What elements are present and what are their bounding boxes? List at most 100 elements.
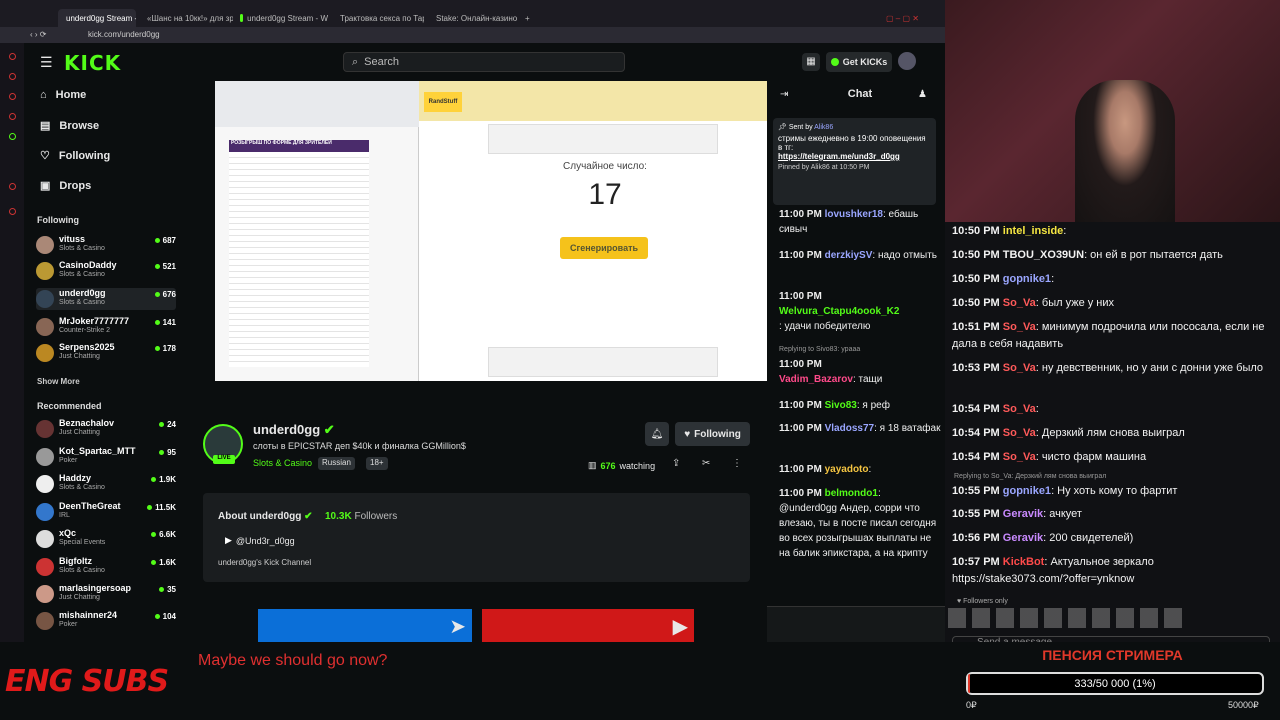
show-more-link[interactable]: Show More bbox=[37, 377, 80, 386]
ad-banner bbox=[488, 124, 718, 154]
rail-icon[interactable] bbox=[9, 208, 16, 215]
browser-tab[interactable]: underd0gg Stream - W bbox=[240, 9, 328, 27]
overlay-message: 10:50 PM intel_inside: bbox=[952, 225, 1067, 237]
youtube-icon: ▶ bbox=[672, 616, 688, 638]
drops-icon: ▣ bbox=[40, 180, 51, 192]
streamer-video bbox=[1075, 80, 1175, 222]
avatar bbox=[36, 503, 54, 521]
following-channel[interactable]: CasinoDaddy Slots & Casino 521 bbox=[36, 260, 176, 282]
browser-tab[interactable]: underd0gg Stream - Wa bbox=[58, 9, 136, 27]
live-dot-icon bbox=[154, 320, 160, 325]
avatar bbox=[36, 475, 54, 493]
overlay-message: 10:55 PM Geravik: ачкует bbox=[952, 508, 1082, 520]
search-input[interactable]: ⌕ Search bbox=[343, 52, 625, 72]
live-dot-icon bbox=[154, 346, 160, 351]
live-dot-icon bbox=[159, 422, 165, 427]
avatar bbox=[36, 558, 54, 576]
avatar bbox=[36, 290, 54, 308]
youtube-banner[interactable]: ▶ bbox=[482, 609, 694, 646]
live-dot-icon bbox=[151, 532, 157, 537]
notification-bell-button[interactable]: 🔔︎ bbox=[645, 422, 669, 446]
kick-logo[interactable]: KICK bbox=[64, 51, 121, 75]
new-tab-button[interactable]: + bbox=[525, 9, 537, 27]
following-channel[interactable]: Serpens2025 Just Chatting 178 bbox=[36, 342, 176, 364]
chat-message: 11:00 PM Vadim_Bazarov: тащи bbox=[779, 359, 883, 385]
following-channel[interactable]: vituss Slots & Casino 687 bbox=[36, 234, 176, 256]
rail-icon[interactable] bbox=[9, 93, 16, 100]
following-channel[interactable]: MrJoker7777777 Counter-Strike 2 141 bbox=[36, 316, 176, 338]
emote-bar[interactable] bbox=[767, 606, 945, 642]
recommended-channel[interactable]: Haddzy Slots & Casino 1.9K bbox=[36, 473, 176, 495]
nav-home[interactable]: ⌂ Home bbox=[40, 89, 86, 101]
overlay-message: 10:50 PM gopnike1: bbox=[952, 273, 1055, 285]
rail-icon[interactable] bbox=[9, 113, 16, 120]
recommended-channel[interactable]: marlasingersoap Just Chatting 35 bbox=[36, 583, 176, 605]
rail-icon[interactable] bbox=[9, 73, 16, 80]
rail-icon[interactable] bbox=[9, 53, 16, 60]
browser-tab[interactable]: Stake: Онлайн-казино и с bbox=[432, 9, 520, 27]
emote-row bbox=[948, 608, 1188, 628]
rail-icon[interactable] bbox=[9, 183, 16, 190]
avatar bbox=[36, 236, 54, 254]
randstuff-header bbox=[419, 81, 767, 121]
share-icon[interactable]: ⇪ bbox=[672, 458, 680, 469]
browser-tab[interactable]: «Шанс на 10кк!» для зрит bbox=[143, 9, 233, 27]
nav-following[interactable]: ♡ Following bbox=[40, 149, 110, 163]
overlay-message: 10:51 PM So_Va: минимум подрочила или по… bbox=[952, 321, 1265, 350]
avatar bbox=[36, 262, 54, 280]
recommended-channel[interactable]: DeenTheGreat IRL 11.5K bbox=[36, 501, 176, 523]
ad-banner bbox=[488, 347, 718, 377]
user-avatar[interactable] bbox=[898, 52, 916, 70]
clip-icon[interactable]: ✂ bbox=[702, 458, 710, 469]
following-button[interactable]: ♥ Following bbox=[675, 422, 750, 446]
live-dot-icon bbox=[154, 238, 160, 243]
theater-icon[interactable]: ▦ bbox=[802, 53, 820, 71]
tag-pill[interactable]: Russian bbox=[318, 457, 355, 470]
telegram-banner[interactable]: ➤ bbox=[258, 609, 472, 646]
recommended-channel[interactable]: xQc Special Events 6.6K bbox=[36, 528, 176, 550]
recommended-channel[interactable]: Beznachalov Just Chatting 24 bbox=[36, 418, 176, 440]
chat-users-icon[interactable]: ♟ bbox=[918, 89, 927, 100]
nav-browse[interactable]: ▤ Browse bbox=[40, 119, 99, 133]
pin-icon: 📌︎ bbox=[778, 124, 787, 131]
recommended-channel[interactable]: Kot_Spartac_MTT Poker 95 bbox=[36, 446, 176, 468]
youtube-icon: ▶ bbox=[225, 535, 232, 545]
get-kicks-button[interactable]: Get KICKs bbox=[826, 52, 892, 72]
recommended-channel[interactable]: Bigfoltz Slots & Casino 1.6K bbox=[36, 556, 176, 578]
more-options-icon[interactable]: ⋮ bbox=[732, 458, 742, 469]
live-dot-icon bbox=[151, 560, 157, 565]
overlay-message: 10:54 PM So_Va: Дерзкий лям снова выигра… bbox=[952, 427, 1185, 439]
about-title: About underd0gg ✔ bbox=[218, 511, 313, 522]
chat-message: 11:00 PM Vladoss77: я 18 ватафак bbox=[779, 423, 941, 434]
spreadsheet-toolbar bbox=[215, 81, 419, 127]
browser-side-rail bbox=[0, 43, 24, 720]
channel-name[interactable]: underd0gg ✔ bbox=[253, 422, 335, 438]
live-badge: LIVE bbox=[213, 455, 235, 464]
overlay-message: 10:54 PM So_Va: bbox=[952, 403, 1039, 415]
avatar bbox=[36, 318, 54, 336]
stream-category[interactable]: Slots & Casino bbox=[253, 458, 312, 468]
window-controls[interactable]: ▢ ‒ ▢ ✕ bbox=[886, 9, 919, 27]
youtube-link[interactable]: ▶ @Und3r_d0gg bbox=[225, 535, 295, 546]
url-text[interactable]: kick.com/underd0gg bbox=[88, 30, 160, 39]
tag-pill[interactable]: 18+ bbox=[366, 457, 388, 470]
telegram-icon: ➤ bbox=[449, 616, 466, 638]
progress-fill bbox=[968, 674, 970, 693]
nav-drops[interactable]: ▣ Drops bbox=[40, 179, 91, 193]
address-bar[interactable]: ‹ › ⟳ kick.com/underd0gg bbox=[0, 27, 945, 43]
generate-button[interactable]: Сгенерировать bbox=[560, 237, 648, 259]
recommended-channel[interactable]: mishainner24 Poker 104 bbox=[36, 610, 176, 632]
viewers-icon: ▥ bbox=[588, 460, 597, 470]
overlay-message: 10:57 PM KickBot: Актуальное зеркало htt… bbox=[952, 556, 1154, 585]
telegram-link[interactable]: https://telegram.me/und3r_d0gg bbox=[778, 152, 931, 161]
menu-icon[interactable]: ☰ bbox=[40, 54, 53, 71]
chat-message: 11:00 PM derzkiySV: надо отмыть bbox=[779, 250, 937, 261]
browser-tab[interactable]: Трактовка секса по Таро bbox=[336, 9, 424, 27]
following-channel[interactable]: underd0gg Slots & Casino 676 bbox=[36, 288, 176, 310]
back-icon[interactable]: ‹ › ⟳ bbox=[30, 30, 46, 39]
following-section-title: Following bbox=[37, 215, 79, 225]
avatar bbox=[36, 612, 54, 630]
rail-icon[interactable] bbox=[9, 133, 16, 140]
heart-icon: ♥ bbox=[684, 428, 691, 440]
chat-message: 11:00 PM Welvura_Ctapu4oook_K2: удачи поб… bbox=[779, 291, 900, 332]
